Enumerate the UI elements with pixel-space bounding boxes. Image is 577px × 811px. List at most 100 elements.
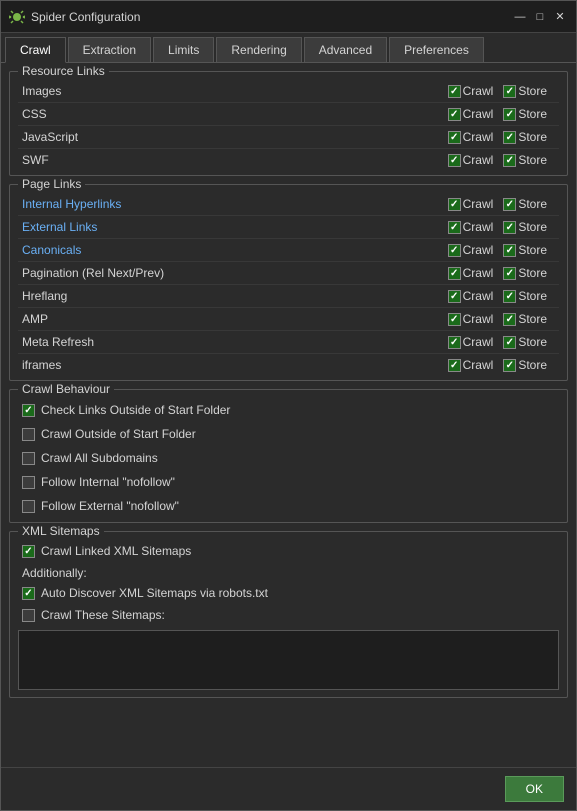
tab-advanced[interactable]: Advanced xyxy=(304,37,387,62)
close-button[interactable]: ✕ xyxy=(552,9,568,25)
meta-refresh-crawl-checkbox[interactable] xyxy=(448,336,461,349)
external-crawl-checkbox[interactable] xyxy=(448,221,461,234)
crawl-these-row: Crawl These Sitemaps: xyxy=(18,604,559,626)
crawl-these-checkbox[interactable] xyxy=(22,609,35,622)
window-title: Spider Configuration xyxy=(31,10,506,24)
tab-crawl[interactable]: Crawl xyxy=(5,37,66,63)
spider-icon xyxy=(9,9,25,25)
swf-store-label: Store xyxy=(518,153,547,167)
resource-images-row: Images Crawl Store xyxy=(18,80,559,103)
page-external-name: External Links xyxy=(22,220,448,234)
sitemaps-textarea[interactable] xyxy=(18,630,559,690)
crawl-subdomains-label: Crawl All Subdomains xyxy=(41,451,158,465)
pagination-crawl-checkbox[interactable] xyxy=(448,267,461,280)
images-crawl-store: Crawl Store xyxy=(448,84,555,98)
meta-refresh-store-label: Store xyxy=(518,335,547,349)
css-store-checkbox[interactable] xyxy=(503,108,516,121)
resource-links-label: Resource Links xyxy=(18,64,109,78)
crawl-these-label: Crawl These Sitemaps: xyxy=(41,608,165,622)
images-crawl-checkbox[interactable] xyxy=(448,85,461,98)
tab-limits[interactable]: Limits xyxy=(153,37,214,62)
iframes-store-checkbox[interactable] xyxy=(503,359,516,372)
internal-store-label: Store xyxy=(518,197,547,211)
hreflang-crawl-store: Crawl Store xyxy=(448,289,555,303)
xml-sitemaps-group: XML Sitemaps Crawl Linked XML Sitemaps A… xyxy=(9,531,568,698)
external-crawl-label: Crawl xyxy=(463,220,494,234)
canonicals-crawl-store: Crawl Store xyxy=(448,243,555,257)
pagination-crawl-label: Crawl xyxy=(463,266,494,280)
meta-refresh-crawl-store: Crawl Store xyxy=(448,335,555,349)
iframes-crawl-checkbox[interactable] xyxy=(448,359,461,372)
page-internal-row: Internal Hyperlinks Crawl Store xyxy=(18,193,559,216)
page-meta-refresh-row: Meta Refresh Crawl Store xyxy=(18,331,559,354)
iframes-crawl-store: Crawl Store xyxy=(448,358,555,372)
tab-rendering[interactable]: Rendering xyxy=(216,37,301,62)
page-meta-refresh-name: Meta Refresh xyxy=(22,335,448,349)
additionally-label: Additionally: xyxy=(18,562,559,582)
check-outside-checkbox[interactable] xyxy=(22,404,35,417)
page-canonicals-name: Canonicals xyxy=(22,243,448,257)
follow-internal-checkbox[interactable] xyxy=(22,476,35,489)
meta-refresh-store-checkbox[interactable] xyxy=(503,336,516,349)
tab-extraction[interactable]: Extraction xyxy=(68,37,151,62)
internal-crawl-checkbox[interactable] xyxy=(448,198,461,211)
resource-links-group: Resource Links Images Crawl Store CSS Cr… xyxy=(9,71,568,176)
ok-button[interactable]: OK xyxy=(505,776,564,802)
crawl-linked-label: Crawl Linked XML Sitemaps xyxy=(41,544,191,558)
crawl-outside-checkbox[interactable] xyxy=(22,428,35,441)
page-pagination-name: Pagination (Rel Next/Prev) xyxy=(22,266,448,280)
swf-crawl-label: Crawl xyxy=(463,153,494,167)
crawl-linked-checkbox[interactable] xyxy=(22,545,35,558)
resource-swf-row: SWF Crawl Store xyxy=(18,149,559,171)
canonicals-store-label: Store xyxy=(518,243,547,257)
pagination-store-checkbox[interactable] xyxy=(503,267,516,280)
css-crawl-checkbox[interactable] xyxy=(448,108,461,121)
follow-external-label: Follow External "nofollow" xyxy=(41,499,179,513)
page-links-label: Page Links xyxy=(18,177,85,191)
internal-crawl-store: Crawl Store xyxy=(448,197,555,211)
external-store-checkbox[interactable] xyxy=(503,221,516,234)
behaviour-crawl-outside-row: Crawl Outside of Start Folder xyxy=(18,422,559,446)
css-crawl-store: Crawl Store xyxy=(448,107,555,121)
content-area: Resource Links Images Crawl Store CSS Cr… xyxy=(1,63,576,767)
window-controls: — □ ✕ xyxy=(512,9,568,25)
follow-external-checkbox[interactable] xyxy=(22,500,35,513)
js-store-checkbox[interactable] xyxy=(503,131,516,144)
canonicals-crawl-checkbox[interactable] xyxy=(448,244,461,257)
internal-store-checkbox[interactable] xyxy=(503,198,516,211)
page-pagination-row: Pagination (Rel Next/Prev) Crawl Store xyxy=(18,262,559,285)
resource-swf-name: SWF xyxy=(22,153,448,167)
canonicals-crawl-label: Crawl xyxy=(463,243,494,257)
images-store-checkbox[interactable] xyxy=(503,85,516,98)
hreflang-store-checkbox[interactable] xyxy=(503,290,516,303)
images-store-label: Store xyxy=(518,84,547,98)
resource-javascript-row: JavaScript Crawl Store xyxy=(18,126,559,149)
page-external-row: External Links Crawl Store xyxy=(18,216,559,239)
resource-images-name: Images xyxy=(22,84,448,98)
hreflang-crawl-checkbox[interactable] xyxy=(448,290,461,303)
minimize-button[interactable]: — xyxy=(512,9,528,25)
page-links-group: Page Links Internal Hyperlinks Crawl Sto… xyxy=(9,184,568,381)
swf-crawl-checkbox[interactable] xyxy=(448,154,461,167)
external-crawl-store: Crawl Store xyxy=(448,220,555,234)
amp-store-checkbox[interactable] xyxy=(503,313,516,326)
behaviour-follow-external-row: Follow External "nofollow" xyxy=(18,494,559,518)
amp-crawl-checkbox[interactable] xyxy=(448,313,461,326)
canonicals-store-checkbox[interactable] xyxy=(503,244,516,257)
xml-sitemaps-label: XML Sitemaps xyxy=(18,524,104,538)
follow-internal-label: Follow Internal "nofollow" xyxy=(41,475,175,489)
crawl-subdomains-checkbox[interactable] xyxy=(22,452,35,465)
crawl-outside-label: Crawl Outside of Start Folder xyxy=(41,427,196,441)
tab-preferences[interactable]: Preferences xyxy=(389,37,484,62)
js-crawl-checkbox[interactable] xyxy=(448,131,461,144)
external-store-label: Store xyxy=(518,220,547,234)
internal-crawl-label: Crawl xyxy=(463,197,494,211)
amp-crawl-store: Crawl Store xyxy=(448,312,555,326)
iframes-crawl-label: Crawl xyxy=(463,358,494,372)
auto-discover-checkbox[interactable] xyxy=(22,587,35,600)
resource-js-name: JavaScript xyxy=(22,130,448,144)
maximize-button[interactable]: □ xyxy=(532,9,548,25)
amp-store-label: Store xyxy=(518,312,547,326)
swf-store-checkbox[interactable] xyxy=(503,154,516,167)
main-window: Spider Configuration — □ ✕ Crawl Extract… xyxy=(0,0,577,811)
